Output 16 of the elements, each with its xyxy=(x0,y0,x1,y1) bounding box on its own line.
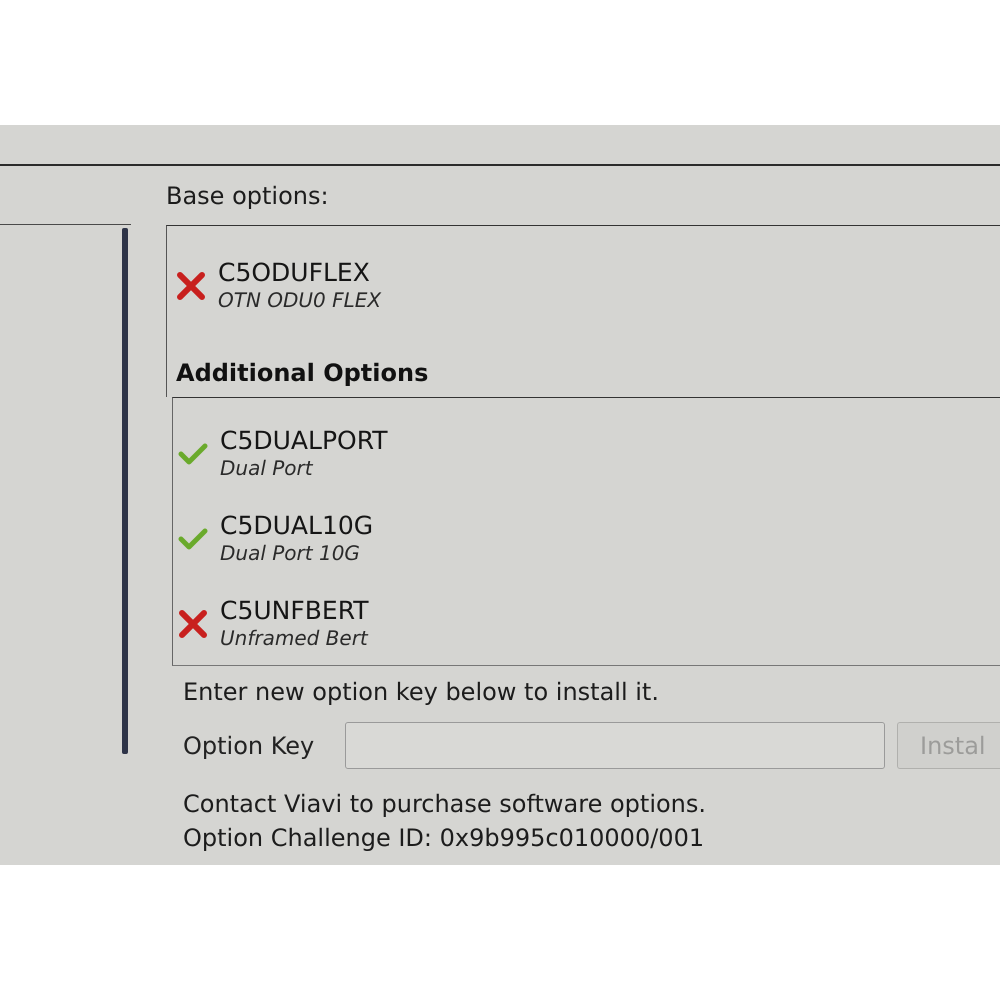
section-heading: Additional Options xyxy=(176,359,430,389)
field-label: Option Key xyxy=(183,732,316,760)
option-code: C5DUALPORT xyxy=(220,426,388,456)
option-description: Dual Port xyxy=(220,456,314,481)
instruction-text: Enter new option key below to install it. xyxy=(183,677,659,708)
info-text: Contact Viavi to purchase software options. xyxy=(183,789,706,820)
section-title: Base options: xyxy=(166,180,330,212)
info-text: Option Challenge ID: 0x9b995c010000/001 xyxy=(183,823,704,854)
option-code: C5DUAL10G xyxy=(220,511,374,541)
option-description: Dual Port 10G xyxy=(220,541,361,566)
option-key-field[interactable] xyxy=(345,722,885,769)
option-code: C5ODUFLEX xyxy=(218,258,371,288)
option-code: C5UNFBERT xyxy=(220,596,369,626)
option-description: OTN ODU0 FLEX xyxy=(218,288,382,313)
option-description: Unframed Bert xyxy=(220,626,369,651)
scrollbar[interactable] xyxy=(122,228,128,754)
